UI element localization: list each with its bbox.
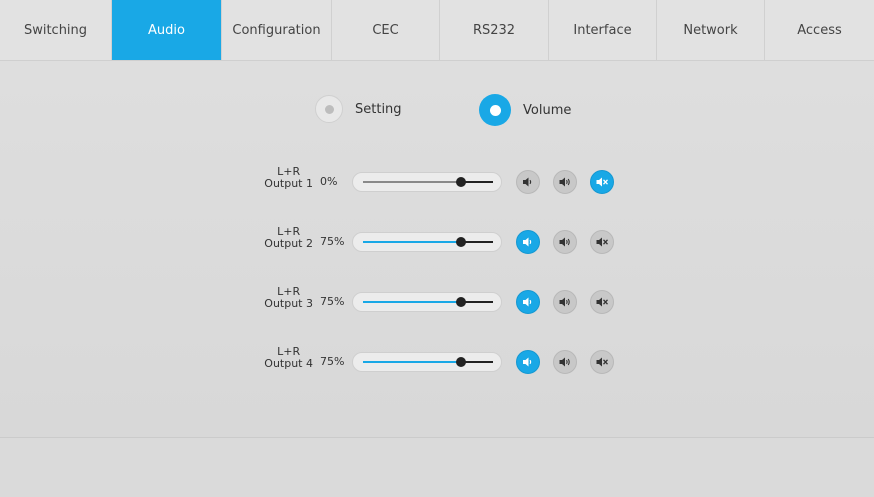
volume-percent: 75% <box>320 295 345 308</box>
speaker-mute-icon <box>596 233 609 252</box>
mute-button[interactable] <box>590 350 614 374</box>
volume-down-button[interactable] <box>516 230 540 254</box>
tab-audio[interactable]: Audio <box>112 0 222 60</box>
output-row-2: L+R Output 2 75% <box>0 222 874 262</box>
volume-slider[interactable] <box>352 292 502 312</box>
tab-configuration[interactable]: Configuration <box>222 0 332 60</box>
output-label: L+R Output 4 <box>264 346 313 370</box>
slider-fill <box>363 241 461 243</box>
output-row-3: L+R Output 3 75% <box>0 282 874 322</box>
tab-cec[interactable]: CEC <box>332 0 440 60</box>
slider-fill <box>363 301 461 303</box>
volume-up-button[interactable] <box>553 230 577 254</box>
tab-switching[interactable]: Switching <box>0 0 112 60</box>
mute-button[interactable] <box>590 230 614 254</box>
radio-dot <box>489 104 501 116</box>
radio-dot <box>324 104 334 114</box>
volume-radio[interactable] <box>479 94 511 126</box>
volume-mode-option[interactable]: Volume <box>479 94 571 126</box>
output-label: L+R Output 1 <box>264 166 313 190</box>
volume-label: Volume <box>523 102 572 118</box>
mute-button[interactable] <box>590 290 614 314</box>
slider-fill <box>363 181 461 183</box>
tab-interface[interactable]: Interface <box>549 0 657 60</box>
volume-down-button[interactable] <box>516 170 540 194</box>
speaker-high-icon <box>559 293 571 312</box>
output-label: L+R Output 3 <box>264 286 313 310</box>
tab-network[interactable]: Network <box>657 0 765 60</box>
slider-handle[interactable] <box>455 177 466 187</box>
volume-percent: 0% <box>320 175 338 188</box>
slider-handle[interactable] <box>455 297 466 307</box>
volume-slider[interactable] <box>352 232 502 252</box>
volume-down-button[interactable] <box>516 290 540 314</box>
setting-mode-option[interactable]: Setting <box>315 95 402 123</box>
speaker-high-icon <box>559 173 571 192</box>
output-label: L+R Output 2 <box>264 226 313 250</box>
volume-up-button[interactable] <box>553 290 577 314</box>
slider-handle[interactable] <box>455 237 466 247</box>
output-row-1: L+R Output 1 0% <box>0 162 874 202</box>
tab-access[interactable]: Access <box>765 0 874 60</box>
output-name: Output 2 <box>264 237 313 250</box>
output-name: Output 1 <box>264 177 313 190</box>
speaker-high-icon <box>559 233 571 252</box>
volume-percent: 75% <box>320 355 345 368</box>
volume-percent: 75% <box>320 235 345 248</box>
setting-label: Setting <box>355 101 402 117</box>
speaker-low-icon <box>522 293 534 312</box>
speaker-high-icon <box>559 353 571 372</box>
footer-bar <box>0 437 874 497</box>
slider-handle[interactable] <box>455 357 466 367</box>
output-name: Output 4 <box>264 357 313 370</box>
speaker-low-icon <box>522 353 534 372</box>
speaker-mute-icon <box>596 293 609 312</box>
volume-slider[interactable] <box>352 352 502 372</box>
setting-radio[interactable] <box>315 95 343 123</box>
volume-slider[interactable] <box>352 172 502 192</box>
speaker-low-icon <box>522 173 534 192</box>
output-name: Output 3 <box>264 297 313 310</box>
output-row-4: L+R Output 4 75% <box>0 342 874 382</box>
speaker-low-icon <box>522 233 534 252</box>
volume-up-button[interactable] <box>553 170 577 194</box>
volume-up-button[interactable] <box>553 350 577 374</box>
speaker-mute-icon <box>596 353 609 372</box>
mute-button[interactable] <box>590 170 614 194</box>
slider-fill <box>363 361 461 363</box>
speaker-mute-icon <box>596 173 609 192</box>
tab-rs232[interactable]: RS232 <box>440 0 549 60</box>
volume-down-button[interactable] <box>516 350 540 374</box>
tab-bar: Switching Audio Configuration CEC RS232 … <box>0 0 874 61</box>
